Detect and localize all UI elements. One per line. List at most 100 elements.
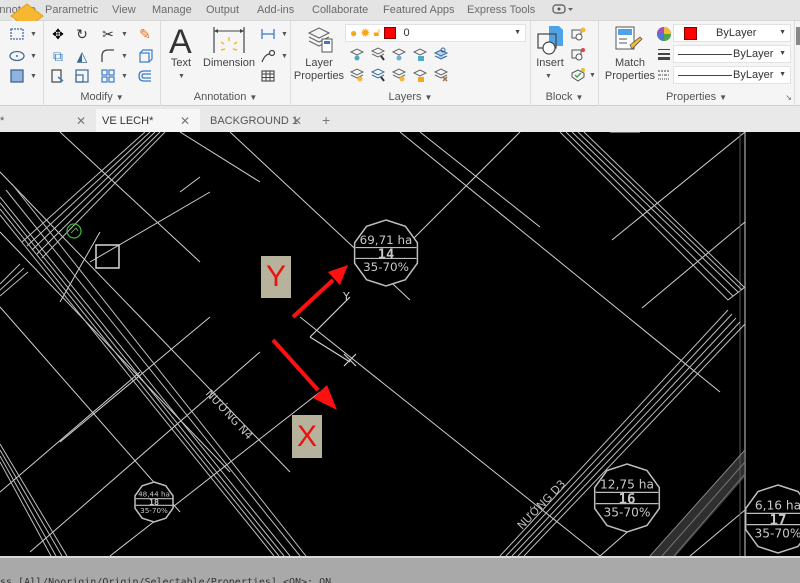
lot-density: 35-70% [140,506,168,515]
color-value: ByLayer [716,27,757,39]
properties-launcher-icon[interactable]: ↘ [785,93,792,102]
linetype-dropdown[interactable]: ByLayer ▼ [673,66,791,84]
parcel-line [399,132,721,393]
lot-tag[interactable]: 69,71 ha1435-70% [353,219,419,287]
layer-states-icon[interactable] [432,45,450,63]
lot-tag[interactable]: 48,44 ha1835-70% [134,481,174,523]
close-tab-icon[interactable]: ✕ [76,114,86,128]
match-properties-label[interactable]: Match Properties [601,57,659,83]
workspace-toggle-icon[interactable] [552,3,574,18]
hatch-icon[interactable] [8,67,26,85]
lot-density: 35-70% [363,260,409,274]
close-tab-icon[interactable]: ✕ [292,114,302,128]
leader-icon[interactable] [259,47,277,65]
fillet-icon[interactable] [99,47,117,65]
ellipse-icon[interactable] [8,47,26,65]
linetype-icon[interactable] [655,66,673,84]
lot-area: 6,16 ha [755,499,800,513]
y-axis-overlay-label: Y [261,256,291,298]
groups-panel-partial [796,27,800,45]
color-wheel-icon[interactable] [655,25,673,43]
current-layer-name: 0 [403,27,410,39]
offset-icon[interactable] [136,67,154,85]
stretch-icon[interactable] [49,67,67,85]
tab-featured-apps[interactable]: Featured Apps [383,4,455,16]
doc-tab-background-1[interactable]: BACKGROUND 1 ✕ [204,109,312,132]
layer-isolate-icon[interactable] [348,45,366,63]
layer-unlock-tool-icon[interactable] [411,66,429,84]
layer-off-icon[interactable] [348,66,366,84]
drawing-svg: 69,71 ha1435-70% 48,44 ha1835-70% 12,75 ha… [0,132,800,556]
trim-icon[interactable]: ✂ [99,25,117,43]
copy-icon[interactable]: ⧉ [49,47,67,65]
lineweight-icon[interactable] [655,45,673,63]
layer-freeze-icon[interactable] [390,45,408,63]
block-attributes-icon[interactable] [569,66,587,84]
mirror-icon[interactable]: ◭ [73,47,91,65]
table-icon[interactable] [259,67,277,85]
command-line[interactable]: ss [All/Noorigin/Origin/Selectable/Prope… [0,556,800,583]
layer-walk-icon[interactable] [369,66,387,84]
annotation-panel-title[interactable]: Annotation ▼ [161,91,290,103]
new-tab-button[interactable]: + [322,112,330,128]
insert-label[interactable]: Insert [533,57,567,70]
lot-tag[interactable]: 6,16 ha1735-70% [744,484,800,554]
tab-express-tools[interactable]: Express Tools [467,4,535,16]
tab-manage[interactable]: Manage [152,4,192,16]
lineweight-preview [678,53,732,55]
layer-unlock-icon: 🔓︎ [373,26,381,39]
x-axis-overlay-label: X [292,415,322,458]
erase-icon[interactable]: ✎ [136,25,154,43]
explode-icon[interactable] [136,47,154,65]
doc-tab-drawing[interactable]: * ✕ [0,109,90,132]
array-icon[interactable] [99,67,117,85]
dimension-tool-icon[interactable] [211,25,247,60]
layer-properties-label[interactable]: Layer Properties [291,57,347,83]
lineweight-dropdown[interactable]: ByLayer ▼ [673,45,791,63]
layers-panel-title[interactable]: Layers ▼ [291,91,530,103]
create-block-icon[interactable] [569,25,587,43]
color-dropdown[interactable]: ByLayer ▼ [673,24,791,42]
modify-panel-title[interactable]: Modify ▼ [44,91,160,103]
layer-color-swatch [384,27,397,39]
move-icon[interactable]: ✥ [49,25,67,43]
layer-lock-icon[interactable] [411,45,429,63]
layer-dropdown[interactable]: ● ✹ 🔓︎ 0 ▼ [345,24,526,42]
scale-icon[interactable] [73,67,91,85]
layer-match-icon[interactable] [369,45,387,63]
green-marker-icon [66,223,82,239]
layer-merge-icon[interactable] [432,66,450,84]
layer-properties-icon[interactable] [305,25,335,60]
linetype-preview [678,74,732,76]
x-direction-arrow [271,338,337,410]
block-panel-title[interactable]: Block ▼ [531,91,598,103]
tab-parametric[interactable]: Parametric [45,4,98,16]
match-properties-icon[interactable] [614,25,644,60]
tab-add-ins[interactable]: Add-ins [257,4,294,16]
layer-thaw-icon: ✹ [360,26,371,40]
properties-panel-title[interactable]: Properties ▼ [599,91,794,103]
dimension-tool-label[interactable]: Dimension [203,57,255,70]
doc-tab-ve-lech[interactable]: VE LECH* ✕ [96,109,200,132]
lot-tag[interactable]: 12,75 ha1635-70% [593,463,661,533]
properties-panel: Match Properties ByLayer ▼ ByLayer ▼ ByLa… [599,21,795,106]
insert-block-icon[interactable] [535,24,565,61]
tab-view[interactable]: View [112,4,136,16]
tab-output[interactable]: Output [206,4,239,16]
lineweight-value: ByLayer [733,48,774,60]
doc-tab-label: VE LECH* [102,114,154,127]
rectangle-icon[interactable] [8,25,26,43]
block-panel: Insert ▼ ▼ Block ▼ [531,21,599,106]
tab-collaborate[interactable]: Collaborate [312,4,368,16]
linear-dimension-icon[interactable] [259,25,277,43]
rotate-icon[interactable]: ↻ [73,25,91,43]
draw-panel-partial: ▼ ▼ ▼ [0,21,44,106]
edit-block-icon[interactable] [569,45,587,63]
y-direction-arrow [291,265,348,319]
drawing-canvas[interactable]: 69,71 ha 14 35-70% 48,44 ha 18 35-70% 12,75 ha… [0,132,800,556]
close-tab-icon[interactable]: ✕ [180,114,190,128]
layer-thaw-all-icon[interactable] [390,66,408,84]
text-tool-label[interactable]: Text [168,57,194,70]
linetype-value: ByLayer [733,69,774,81]
street-label-n4: NƯỚNG N4 [203,387,256,442]
